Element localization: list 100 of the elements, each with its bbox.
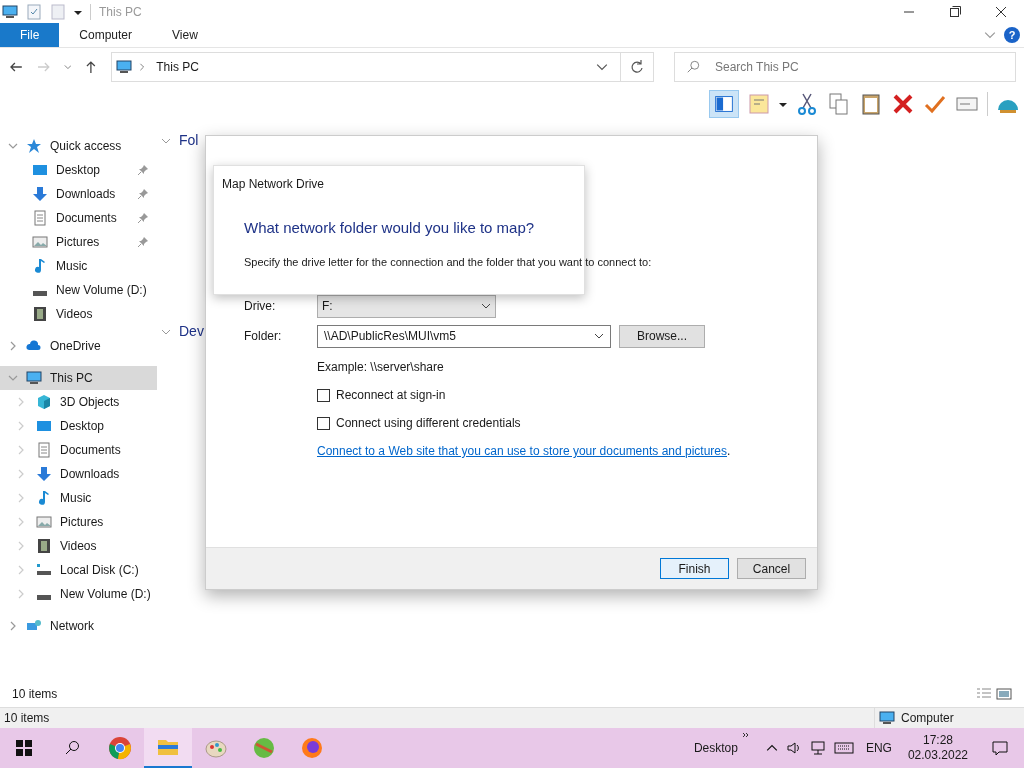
tree-item[interactable]: Quick access [0,134,157,158]
ribbon-tab[interactable]: Computer [59,23,153,47]
cube-icon [36,394,52,410]
music-note-icon [32,258,48,274]
tree-label: Music [60,490,93,507]
tree-label: 3D Objects [60,394,121,411]
pin-icon[interactable] [137,188,149,200]
tree-item[interactable]: 3D Objects [0,390,157,414]
help-button[interactable]: ? [1004,27,1020,43]
tree-item[interactable]: Desktop [0,158,157,182]
dialog-button[interactable]: Finish [660,558,729,579]
language-indicator[interactable]: ENG [865,739,892,757]
scissors-icon[interactable] [795,92,819,116]
new-folder-icon[interactable] [50,3,66,20]
tree-label: Network [50,618,94,635]
disk-icon [36,562,52,578]
tree-label: Documents [60,442,122,459]
desktop-icon [32,162,48,178]
tree-label: Documents [56,210,118,227]
tree-item[interactable]: This PC [0,366,157,390]
folder-combo-box[interactable]: \\AD\PublicRes\MUI\vm5 [317,324,611,348]
clipboard-icon[interactable] [859,92,883,116]
tree-item[interactable]: Videos [0,302,157,326]
search-icon[interactable] [64,740,80,756]
tree-label: Pictures [56,234,101,251]
address-bar[interactable]: This PC [111,52,654,82]
copy-icon[interactable] [827,92,851,116]
tree-item[interactable]: New Volume (D:) [0,278,157,302]
double-chevron-icon[interactable] [741,732,750,740]
preview-pane-icon[interactable] [709,90,739,118]
pin-icon[interactable] [137,164,149,176]
checkbox-label: Connect using different credentials [336,415,521,432]
tree-item[interactable]: Documents [0,438,157,462]
tree-item[interactable]: Music [0,254,157,278]
tree-item[interactable]: Downloads [0,182,157,206]
tree-item[interactable]: Videos [0,534,157,558]
keyboard-icon[interactable] [833,740,854,756]
chevron-icon[interactable] [63,63,72,71]
status-location: Computer [901,710,954,727]
tree-item[interactable]: Documents [0,206,157,230]
web-site-link[interactable]: Connect to a Web site that you can use to store your documents and pictures [317,442,727,460]
document-icon [36,442,52,458]
browser-icon [108,736,132,760]
dropdown-icon[interactable] [779,100,787,108]
tree-item[interactable]: Pictures [0,230,157,254]
ribbon-tab[interactable]: View [152,23,218,47]
dialog-heading: What network folder would you like to map? [243,218,536,238]
tree-label: Downloads [60,466,121,483]
browse-button[interactable]: Browse... [619,324,705,348]
chevron-icon[interactable] [595,61,608,73]
tree-label: Downloads [56,186,117,203]
clock[interactable]: 17:28 02.03.2022 [907,733,968,763]
tree-item[interactable]: OneDrive [0,334,157,358]
search-field[interactable]: Search This PC [673,52,1016,82]
film-icon [36,538,52,554]
windows-logo-icon[interactable] [16,740,32,756]
dialog-title: Map Network Drive [221,176,326,193]
drive-dropdown[interactable]: F: [317,294,496,318]
globe-icon [252,736,276,760]
network-icon[interactable] [809,740,826,756]
tree-item[interactable]: New Volume (D:) [0,582,157,606]
pin-icon[interactable] [137,236,149,248]
group-header[interactable]: Fol [179,130,199,151]
note-icon[interactable] [747,92,771,116]
checkbox[interactable] [317,388,330,402]
toolbar-label[interactable]: Desktop [693,739,738,757]
tree-label: OneDrive [50,338,101,355]
music-note-icon [36,490,52,506]
tree-item[interactable]: Music [0,486,157,510]
dialog-button[interactable]: Cancel [737,558,806,579]
notification-icon[interactable] [992,740,1008,756]
chevron-up-icon[interactable] [765,742,778,754]
tree-label: Music [56,258,89,275]
checkbox[interactable] [317,416,330,430]
tree-item[interactable]: Local Disk (C:) [0,558,157,582]
group-header[interactable]: Dev [179,321,204,342]
tree-label: Desktop [60,418,106,435]
chevron-icon[interactable] [8,621,18,631]
tree-item[interactable]: Downloads [0,462,157,486]
tree-item[interactable]: Pictures [0,510,157,534]
delete-icon[interactable] [891,92,915,116]
chevron-icon[interactable] [8,141,18,151]
drive-icon [32,290,48,296]
speaker-icon[interactable] [785,740,802,756]
pin-icon[interactable] [137,212,149,224]
field-label: Drive: [244,298,277,315]
tree-label: Quick access [50,138,122,155]
ribbon-tab[interactable]: File [0,23,60,47]
monitor-icon [26,370,42,386]
chevron-icon[interactable] [8,373,18,383]
chevron-icon[interactable] [8,341,18,351]
tree-item[interactable]: Network [0,614,157,638]
chevron-icon[interactable] [984,29,996,41]
address-path: This PC [156,59,199,76]
tiles-view-icon[interactable] [996,686,1012,702]
tree-item[interactable]: Desktop [0,414,157,438]
star-icon [26,138,42,154]
window-title: This PC [99,3,142,21]
status-text: 10 items [3,710,50,727]
properties-icon[interactable] [26,3,42,20]
